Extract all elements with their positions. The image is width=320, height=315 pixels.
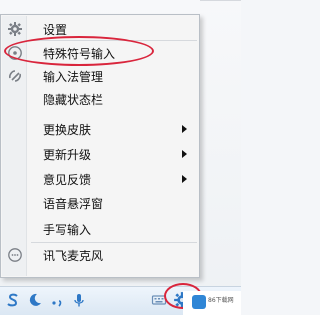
menu-item-label: 设置 xyxy=(43,22,68,37)
microphone-icon[interactable] xyxy=(70,291,88,309)
menu-item-update[interactable]: 更新升级 xyxy=(1,143,199,165)
watermark-logo-icon xyxy=(192,295,206,309)
microphone-icon xyxy=(7,247,23,263)
menu-item-label: 手写输入 xyxy=(43,222,92,237)
menu-item-label: 意见反馈 xyxy=(43,172,92,187)
moon-icon[interactable] xyxy=(26,291,44,309)
submenu-arrow-icon xyxy=(182,125,187,133)
window-edge xyxy=(200,0,241,1)
menu-item-label: 更换皮肤 xyxy=(43,122,92,137)
submenu-arrow-icon xyxy=(182,175,187,183)
gear-icon xyxy=(7,21,23,37)
ime-manage-icon xyxy=(7,68,23,84)
menu-item-iflytek-mic[interactable]: 讯飞麦克风 xyxy=(1,244,199,266)
watermark-text: 86下载网 xyxy=(208,297,234,304)
menu-item-voice-float[interactable]: 语音悬浮窗 xyxy=(1,192,199,214)
submenu-arrow-icon xyxy=(182,150,187,158)
menu-item-label: 语音悬浮窗 xyxy=(43,196,104,211)
menu-item-ime-manage[interactable]: 输入法管理 xyxy=(1,65,199,87)
menu-item-hide-statusbar[interactable]: 隐藏状态栏 xyxy=(1,88,199,110)
annotation-ellipse-menu xyxy=(4,36,154,66)
menu-item-change-skin[interactable]: 更换皮肤 xyxy=(1,118,199,140)
menu-item-label: 输入法管理 xyxy=(43,69,104,84)
menu-item-feedback[interactable]: 意见反馈 xyxy=(1,168,199,190)
punctuation-icon[interactable] xyxy=(48,291,66,309)
menu-item-label: 讯飞麦克风 xyxy=(43,248,104,263)
ime-s-icon[interactable] xyxy=(4,291,22,309)
menu-item-handwriting[interactable]: 手写输入 xyxy=(1,218,199,240)
menu-separator xyxy=(31,242,197,243)
menu-item-label: 隐藏状态栏 xyxy=(43,92,104,107)
menu-item-label: 更新升级 xyxy=(43,147,92,162)
